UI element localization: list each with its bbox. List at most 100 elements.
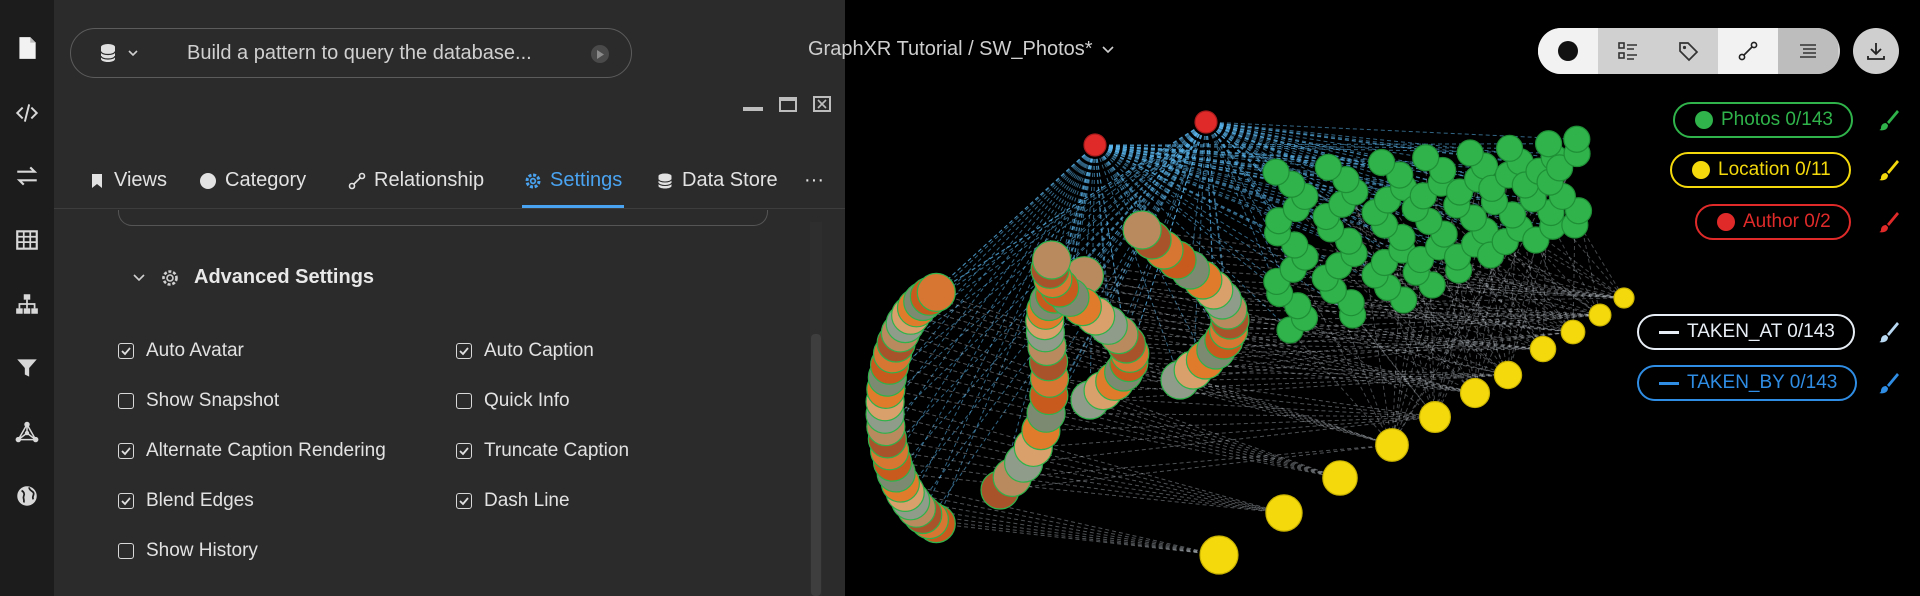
location-node[interactable]	[1322, 460, 1358, 496]
photo-node[interactable]	[916, 272, 956, 312]
query-bar[interactable]: Build a pattern to query the database...	[70, 28, 632, 78]
photo-node[interactable]	[1314, 153, 1342, 181]
photo-node[interactable]	[1032, 240, 1072, 280]
paint-brush-icon[interactable]	[1877, 210, 1901, 234]
tab-category[interactable]: Category	[199, 152, 306, 209]
outline-button[interactable]	[1778, 28, 1838, 74]
location-node[interactable]	[1265, 494, 1303, 532]
location-node[interactable]	[1199, 535, 1239, 575]
maximize-icon[interactable]	[779, 96, 797, 112]
scrollbar-thumb[interactable]	[811, 334, 821, 596]
option-label: Auto Avatar	[146, 340, 244, 361]
file-icon[interactable]	[9, 30, 45, 66]
play-icon[interactable]	[591, 45, 609, 63]
location-node[interactable]	[1588, 303, 1612, 327]
location-node[interactable]	[1459, 377, 1491, 409]
photo-node[interactable]	[1412, 144, 1440, 172]
option-blend-edges[interactable]: Blend Edges	[118, 490, 254, 512]
option-alternate-caption-rendering[interactable]: Alternate Caption Rendering	[118, 440, 386, 462]
paint-brush-icon[interactable]	[1877, 158, 1901, 182]
option-auto-caption[interactable]: Auto Caption	[456, 340, 594, 362]
checklist-icon	[1618, 42, 1637, 60]
gear-icon	[162, 269, 178, 286]
graph-edge	[916, 507, 1220, 556]
checkbox-unchecked[interactable]	[118, 393, 134, 409]
taken-at-line-icon	[1659, 330, 1679, 334]
query-input[interactable]: Build a pattern to query the database...	[187, 42, 532, 65]
photo-node[interactable]	[1495, 134, 1524, 162]
network-icon[interactable]	[9, 414, 45, 450]
option-show-history[interactable]: Show History	[118, 540, 258, 562]
photo-node[interactable]	[1563, 125, 1591, 153]
graph-canvas[interactable]	[845, 0, 1920, 596]
chevron-down-icon	[1102, 45, 1114, 53]
graph-title[interactable]: GraphXR Tutorial / SW_Photos*	[808, 38, 1115, 61]
legend-location[interactable]: Location 0/11	[1670, 152, 1851, 188]
checkbox-checked[interactable]	[456, 493, 472, 509]
option-label: Alternate Caption Rendering	[146, 440, 386, 461]
option-auto-avatar[interactable]: Auto Avatar	[118, 340, 244, 362]
author-node[interactable]	[1194, 110, 1218, 134]
checkbox-checked[interactable]	[456, 443, 472, 459]
tab-settings-label: Settings	[550, 169, 623, 191]
filled-circle-icon	[1558, 41, 1578, 61]
option-label: Auto Caption	[484, 340, 594, 361]
location-node[interactable]	[1375, 428, 1409, 462]
photo-node[interactable]	[1122, 210, 1162, 250]
author-dot-icon	[1717, 213, 1735, 231]
location-node[interactable]	[1560, 319, 1586, 345]
table-icon[interactable]	[9, 222, 45, 258]
photo-node[interactable]	[1368, 148, 1396, 177]
paint-brush-icon[interactable]	[1877, 371, 1901, 395]
photo-node[interactable]	[1456, 139, 1484, 167]
tab-relationship[interactable]: Relationship	[348, 152, 484, 209]
photo-node[interactable]	[1534, 130, 1563, 158]
bookmark-icon	[92, 173, 102, 188]
download-button[interactable]	[1853, 28, 1899, 74]
location-node[interactable]	[1613, 287, 1635, 309]
option-label: Show History	[146, 540, 258, 561]
hierarchy-icon[interactable]	[9, 286, 45, 322]
list-view-button[interactable]	[1598, 28, 1658, 74]
more-tabs-button[interactable]: ···	[804, 152, 824, 209]
paint-brush-icon[interactable]	[1877, 320, 1901, 344]
database-selector[interactable]	[99, 43, 139, 63]
checkbox-checked[interactable]	[456, 343, 472, 359]
circle-icon	[200, 172, 216, 189]
node-view-button[interactable]	[1538, 28, 1598, 74]
option-truncate-caption[interactable]: Truncate Caption	[456, 440, 629, 462]
legend-taken-at[interactable]: TAKEN_AT 0/143	[1637, 314, 1855, 350]
legend-taken-at-label: TAKEN_AT 0/143	[1687, 321, 1835, 342]
option-label: Show Snapshot	[146, 390, 280, 411]
tab-views[interactable]: Views	[88, 152, 167, 209]
filter-icon[interactable]	[9, 350, 45, 386]
graph-edge	[896, 472, 1285, 514]
tab-settings[interactable]: Settings	[524, 152, 622, 209]
globe-icon[interactable]	[9, 478, 45, 514]
minimize-icon[interactable]	[743, 107, 763, 111]
option-quick-info[interactable]: Quick Info	[456, 390, 570, 412]
legend-author[interactable]: Author 0/2	[1695, 204, 1851, 240]
checkbox-checked[interactable]	[118, 343, 134, 359]
checkbox-checked[interactable]	[118, 493, 134, 509]
checkbox-unchecked[interactable]	[118, 543, 134, 559]
transfer-icon[interactable]	[9, 158, 45, 194]
legend-taken-by[interactable]: TAKEN_BY 0/143	[1637, 365, 1858, 401]
location-node[interactable]	[1493, 360, 1523, 390]
option-show-snapshot[interactable]: Show Snapshot	[118, 390, 279, 412]
author-node[interactable]	[1083, 133, 1107, 157]
location-node[interactable]	[1418, 401, 1451, 434]
tab-data-store[interactable]: Data Store	[656, 152, 778, 209]
paint-brush-icon[interactable]	[1877, 108, 1901, 132]
close-icon[interactable]	[813, 96, 831, 112]
advanced-settings-header[interactable]: Advanced Settings	[132, 266, 374, 289]
checkbox-checked[interactable]	[118, 443, 134, 459]
code-icon[interactable]	[9, 95, 45, 131]
tag-button[interactable]	[1658, 28, 1718, 74]
edge-view-button[interactable]	[1718, 28, 1778, 74]
checkbox-unchecked[interactable]	[456, 393, 472, 409]
location-node[interactable]	[1529, 335, 1557, 363]
legend-photos[interactable]: Photos 0/143	[1673, 102, 1853, 138]
photo-node[interactable]	[1262, 158, 1290, 186]
option-dash-line[interactable]: Dash Line	[456, 490, 570, 512]
